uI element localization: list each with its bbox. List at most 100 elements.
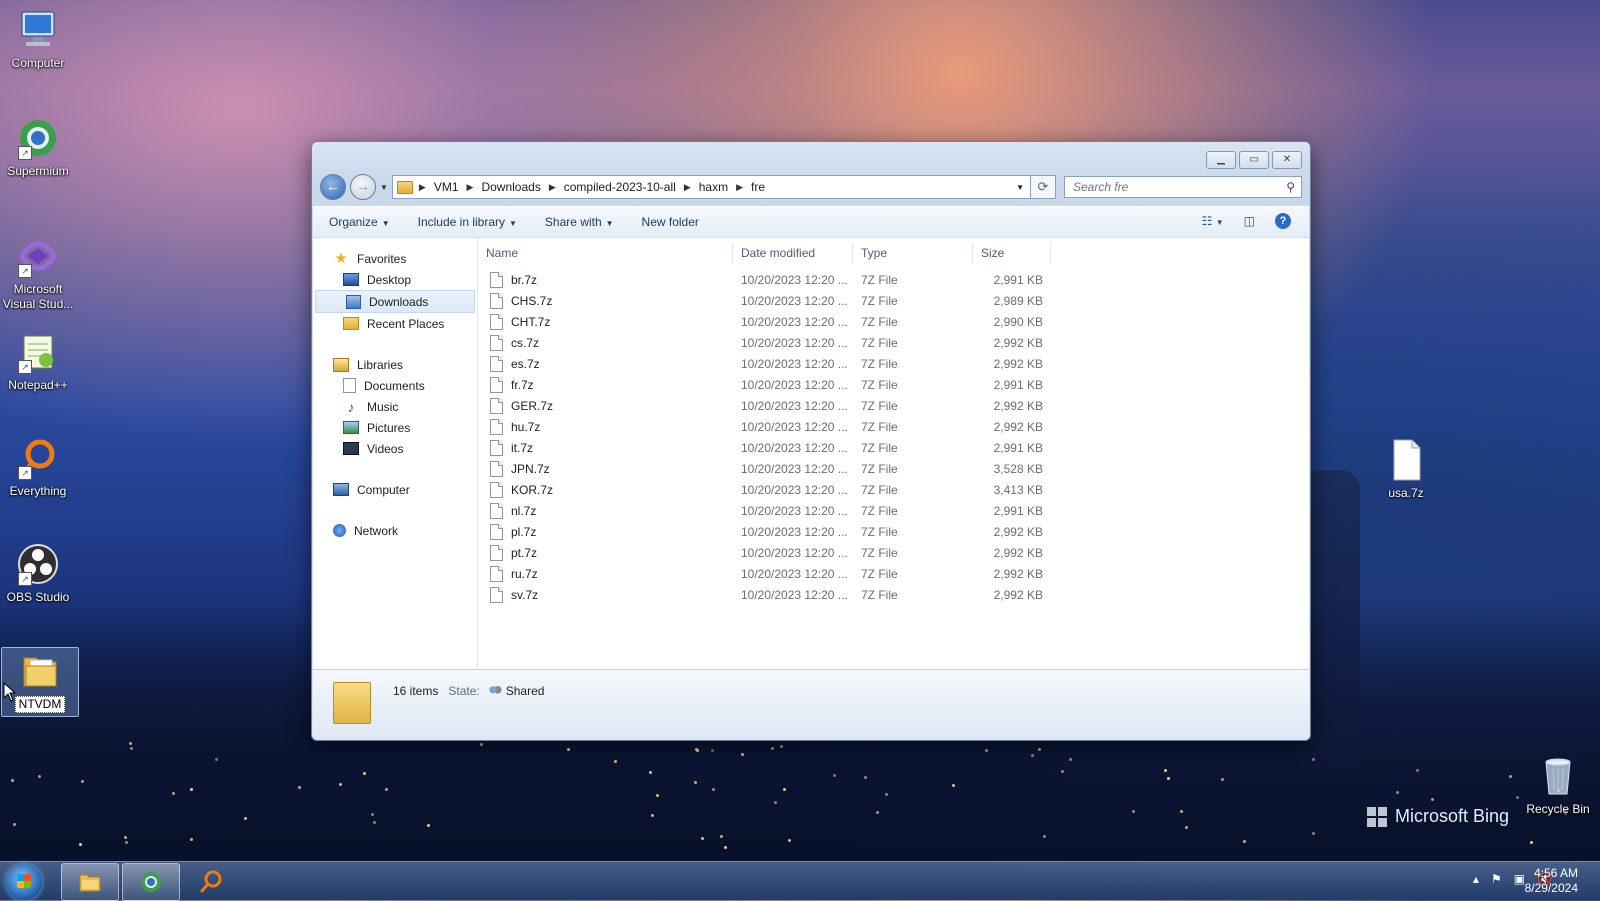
desktop-icon-supermium[interactable]: ↗ Supermium: [0, 116, 76, 179]
chevron-right-icon[interactable]: ▶: [736, 182, 743, 193]
file-icon: [490, 544, 503, 561]
chevron-down-icon[interactable]: ▼: [1016, 183, 1024, 192]
file-row[interactable]: ru.7z 10/20/2023 12:20 ... 7Z File 2,992 KB: [478, 563, 1051, 584]
nav-libraries[interactable]: Libraries: [313, 354, 477, 375]
file-row[interactable]: fr.7z 10/20/2023 12:20 ... 7Z File 2,991 KB: [478, 374, 1051, 395]
action-center-flag-icon[interactable]: ⚑: [1491, 872, 1502, 886]
help-icon[interactable]: ?: [1275, 213, 1291, 229]
city-light: [385, 788, 388, 791]
chevron-right-icon[interactable]: ▶: [549, 182, 556, 193]
chevron-right-icon[interactable]: ▶: [684, 182, 691, 193]
file-row[interactable]: pt.7z 10/20/2023 12:20 ... 7Z File 2,992 KB: [478, 542, 1051, 563]
obs-studio-icon: ↗: [16, 542, 60, 586]
forward-button[interactable]: →: [350, 174, 376, 200]
refresh-button[interactable]: ⟳: [1031, 175, 1056, 199]
back-button[interactable]: ←: [320, 174, 346, 200]
nav-computer[interactable]: Computer: [313, 479, 477, 500]
breadcrumb-item[interactable]: compiled-2023-10-all: [564, 180, 676, 194]
include-in-library-menu[interactable]: Include in library ▼: [418, 215, 517, 229]
minimize-button[interactable]: ▁: [1206, 151, 1236, 169]
show-hidden-icons-icon[interactable]: ▴: [1473, 872, 1479, 886]
clock[interactable]: 4:56 AM 8/29/2024: [1525, 866, 1578, 896]
breadcrumb-item[interactable]: VM1: [434, 180, 459, 194]
city-light: [373, 821, 376, 824]
share-with-menu[interactable]: Share with ▼: [545, 215, 614, 229]
city-light: [952, 784, 955, 787]
close-button[interactable]: ✕: [1272, 151, 1302, 169]
desktop-icon-visual-studio[interactable]: ↗ Microsoft Visual Stud...: [0, 234, 76, 312]
file-name-cell: pt.7z: [478, 544, 733, 561]
folder-icon: [333, 682, 371, 724]
breadcrumb-item[interactable]: Downloads: [481, 180, 540, 194]
file-row[interactable]: es.7z 10/20/2023 12:20 ... 7Z File 2,992 KB: [478, 353, 1051, 374]
column-header-size[interactable]: Size: [973, 242, 1051, 264]
search-input[interactable]: [1071, 179, 1287, 195]
file-row[interactable]: br.7z 10/20/2023 12:20 ... 7Z File 2,991 KB: [478, 269, 1051, 290]
new-folder-button[interactable]: New folder: [642, 215, 699, 229]
desktop-icon-computer[interactable]: Computer: [0, 8, 76, 71]
clock-date: 8/29/2024: [1524, 881, 1578, 895]
file-row[interactable]: CHS.7z 10/20/2023 12:20 ... 7Z File 2,989 K…: [478, 290, 1051, 311]
file-row[interactable]: pl.7z 10/20/2023 12:20 ... 7Z File 2,992 KB: [478, 521, 1051, 542]
file-type: 7Z File: [861, 293, 898, 308]
desktop-icon-label: Computer: [11, 56, 65, 70]
change-view-button[interactable]: ☷ ▼: [1202, 214, 1224, 228]
nav-desktop[interactable]: Desktop: [313, 269, 477, 290]
taskbar-everything-button[interactable]: [183, 863, 239, 899]
everything-search-icon: ↗: [16, 436, 60, 480]
recent-pages-dropdown[interactable]: ▼: [380, 183, 388, 192]
breadcrumb-item[interactable]: haxm: [699, 180, 728, 194]
city-light: [1043, 835, 1046, 838]
desktop-icon-obs-studio[interactable]: ↗ OBS Studio: [0, 542, 76, 605]
organize-menu[interactable]: Organize ▼: [329, 215, 390, 229]
desktop-icon-usa-7z[interactable]: usa.7z: [1368, 438, 1444, 501]
city-light: [695, 748, 698, 751]
taskbar-explorer-button[interactable]: [61, 863, 119, 901]
network-icon[interactable]: ▣: [1514, 872, 1525, 886]
nav-recent-places[interactable]: Recent Places: [313, 313, 477, 334]
file-size: 2,992 KB: [993, 545, 1043, 560]
city-light: [190, 788, 193, 791]
nav-favorites[interactable]: ★ Favorites: [313, 248, 477, 269]
search-box[interactable]: ⚲: [1064, 176, 1302, 198]
city-light: [701, 837, 704, 840]
file-row[interactable]: GER.7z 10/20/2023 12:20 ... 7Z File 2,992 K…: [478, 395, 1051, 416]
nav-videos[interactable]: Videos: [313, 438, 477, 459]
file-name: br.7z: [511, 272, 538, 287]
column-header-date-modified[interactable]: Date modified: [733, 242, 853, 264]
preview-pane-button[interactable]: ◫: [1244, 214, 1255, 228]
breadcrumb-item[interactable]: fre: [751, 180, 765, 194]
taskbar-supermium-button[interactable]: [122, 863, 180, 901]
chevron-right-icon[interactable]: ▶: [419, 182, 426, 193]
file-date: 10/20/2023 12:20 ...: [741, 566, 848, 581]
file-row[interactable]: nl.7z 10/20/2023 12:20 ... 7Z File 2,991 KB: [478, 500, 1051, 521]
address-bar[interactable]: ▶ VM1 ▶ Downloads ▶ compiled-2023-10-all…: [391, 175, 1031, 199]
nav-pictures[interactable]: Pictures: [313, 417, 477, 438]
file-row[interactable]: cs.7z 10/20/2023 12:20 ... 7Z File 2,992 KB: [478, 332, 1051, 353]
file-row[interactable]: hu.7z 10/20/2023 12:20 ... 7Z File 2,992 KB: [478, 416, 1051, 437]
nav-documents[interactable]: Documents: [313, 375, 477, 396]
start-button[interactable]: [6, 864, 42, 900]
file-row[interactable]: it.7z 10/20/2023 12:20 ... 7Z File 2,991 KB: [478, 437, 1051, 458]
file-name-cell: ru.7z: [478, 565, 733, 582]
nav-network[interactable]: Network: [313, 520, 477, 541]
nav-downloads[interactable]: Downloads: [315, 290, 475, 313]
recycle-bin-icon: [1536, 754, 1580, 798]
desktop-icon-recycle-bin[interactable]: Recycle Bin: [1520, 754, 1596, 817]
file-icon: [490, 376, 503, 393]
file-row[interactable]: JPN.7z 10/20/2023 12:20 ... 7Z File 3,528 K…: [478, 458, 1051, 479]
file-row[interactable]: sv.7z 10/20/2023 12:20 ... 7Z File 2,992 KB: [478, 584, 1051, 605]
maximize-button[interactable]: ▭: [1239, 151, 1269, 169]
search-icon[interactable]: ⚲: [1286, 180, 1295, 194]
chevron-right-icon[interactable]: ▶: [467, 182, 474, 193]
city-light: [694, 781, 697, 784]
file-type: 7Z File: [861, 482, 898, 497]
file-date: 10/20/2023 12:20 ...: [741, 419, 848, 434]
desktop-icon-notepad-plus-plus[interactable]: ↗ Notepad++: [0, 330, 76, 393]
file-row[interactable]: KOR.7z 10/20/2023 12:20 ... 7Z File 3,413 K…: [478, 479, 1051, 500]
file-row[interactable]: CHT.7z 10/20/2023 12:20 ... 7Z File 2,990 K…: [478, 311, 1051, 332]
column-header-name[interactable]: Name: [478, 242, 733, 264]
nav-music[interactable]: ♪ Music: [313, 396, 477, 417]
desktop-icon-everything[interactable]: ↗ Everything: [0, 436, 76, 499]
column-header-type[interactable]: Type: [853, 242, 973, 264]
